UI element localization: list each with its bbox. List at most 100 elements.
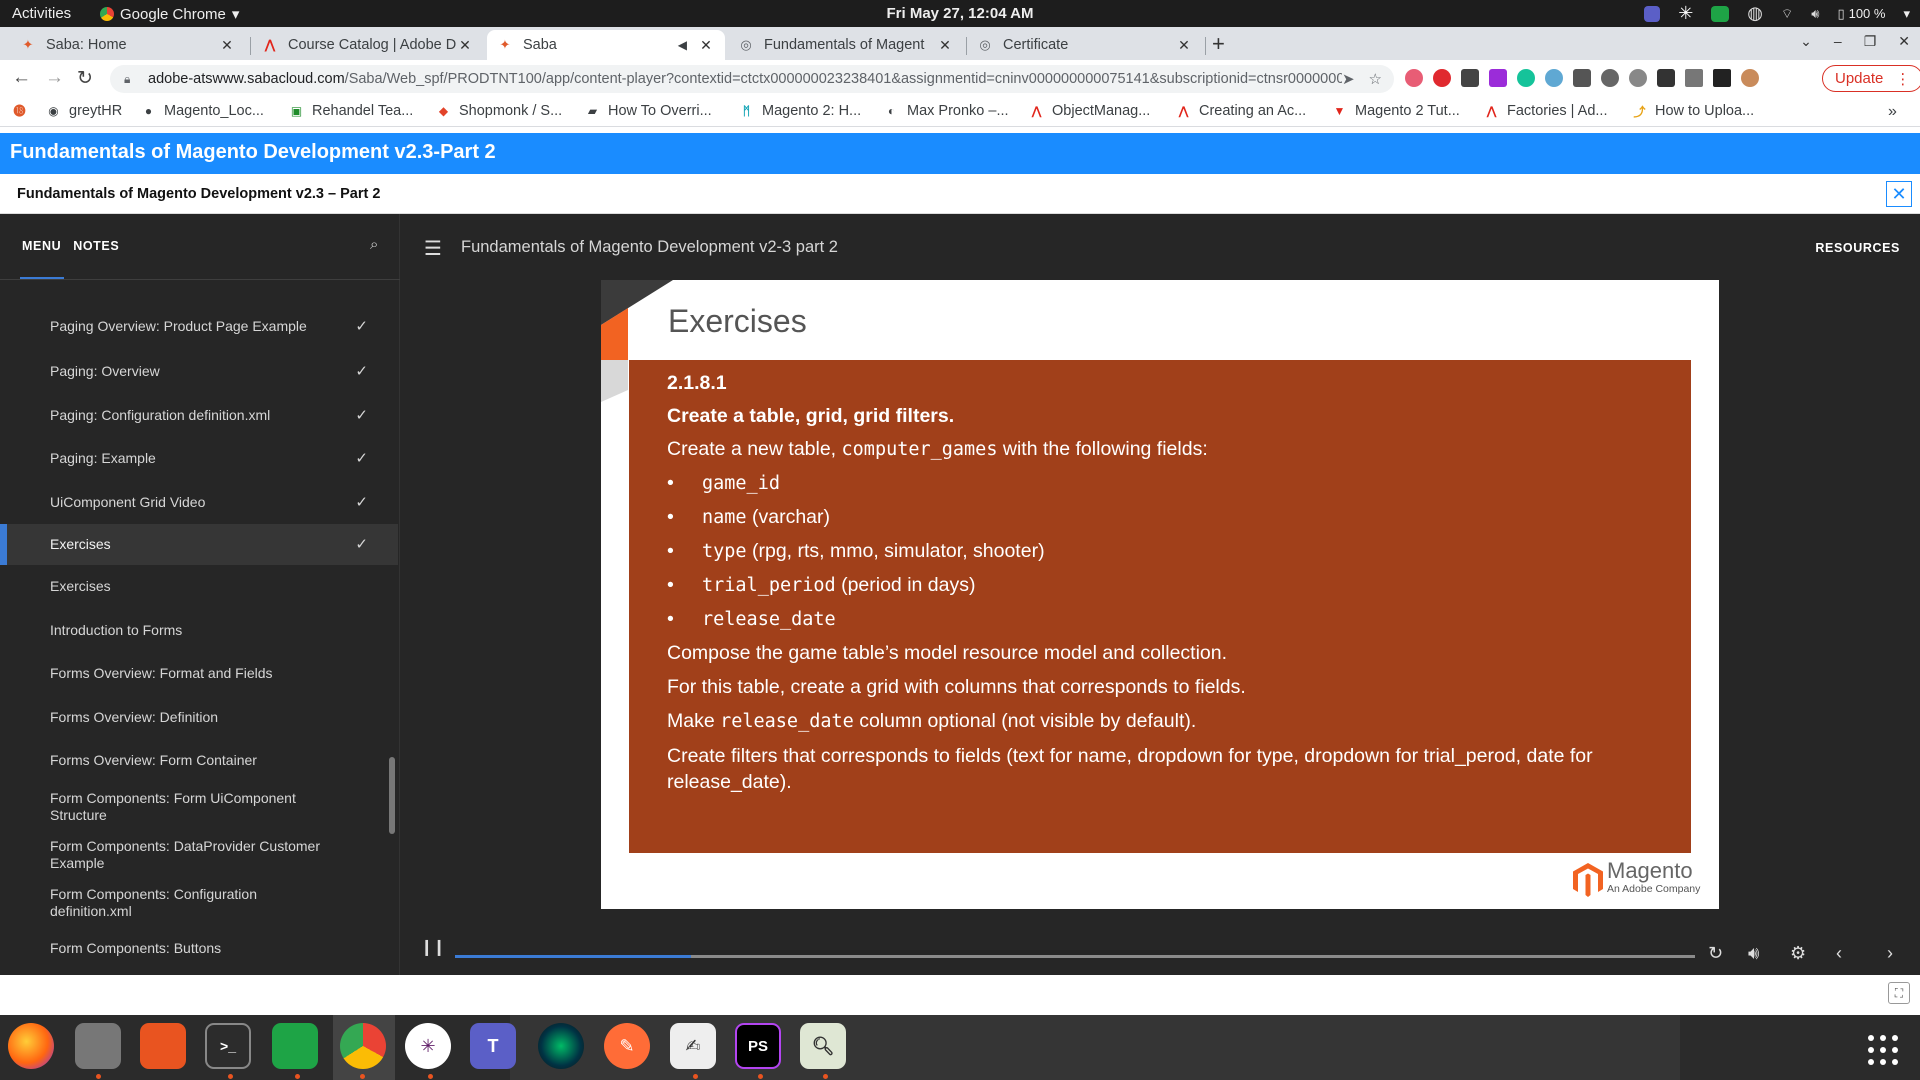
tab-certificate[interactable]: ◎ Certificate ✕: [967, 30, 1203, 60]
tab-saba-home[interactable]: ✦ Saba: Home ✕: [10, 30, 246, 60]
globe-icon[interactable]: ◍: [1747, 3, 1763, 24]
extensions-puzzle-icon[interactable]: [1657, 69, 1675, 87]
sidebar-item[interactable]: Introduction to Forms: [0, 609, 398, 653]
terminal-icon[interactable]: >_: [205, 1023, 251, 1069]
pause-icon[interactable]: ❙❙: [420, 937, 446, 957]
close-icon[interactable]: ✕: [1886, 181, 1912, 207]
side-panel-icon[interactable]: [1713, 69, 1731, 87]
sidebar-item[interactable]: Exercises ✓: [0, 524, 398, 565]
activities-button[interactable]: Activities: [12, 5, 71, 22]
files-icon[interactable]: [75, 1023, 121, 1069]
bookmark-item[interactable]: ⋀ ObjectManag...: [1029, 103, 1150, 119]
reading-list-icon[interactable]: [1685, 69, 1703, 87]
tab-course-catalog[interactable]: ⋀ Course Catalog | Adobe D ✕: [252, 30, 484, 60]
previous-icon[interactable]: ‹: [1836, 943, 1842, 964]
bookmark-item[interactable]: ◉ greytHR: [46, 103, 122, 119]
bookmark-item[interactable]: ⤴ How to Uploa...: [1632, 103, 1754, 119]
tab-search-icon[interactable]: ⌄: [1800, 33, 1812, 50]
bookmark-item[interactable]: ⋀ Factories | Ad...: [1484, 103, 1607, 119]
sidebar-item[interactable]: Forms Overview: Format and Fields: [0, 652, 398, 696]
sidebar-item[interactable]: Exercises: [0, 565, 398, 609]
sidebar-item[interactable]: Form Components: Configuration definitio…: [0, 879, 398, 927]
sidebar-item[interactable]: UiComponent Grid Video ✓: [0, 481, 398, 525]
grammarly-icon[interactable]: [1517, 69, 1535, 87]
fullscreen-icon[interactable]: ⛶: [1888, 982, 1910, 1004]
postman-icon[interactable]: ✎: [604, 1023, 650, 1069]
system-tray[interactable]: ✳ ◍ ⌔ 🔊︎ ▯ 100 % ▾: [1644, 3, 1910, 24]
sidebar-item[interactable]: Paging: Overview ✓: [0, 350, 398, 394]
chevron-down-icon[interactable]: ▾: [1903, 6, 1910, 22]
progress-bar[interactable]: [455, 955, 1695, 958]
teams-icon[interactable]: T: [470, 1023, 516, 1069]
chat-icon[interactable]: [1711, 5, 1730, 22]
extension-hearts-icon[interactable]: [1405, 69, 1423, 87]
volume-icon[interactable]: 🔊︎: [1811, 6, 1819, 22]
sidebar-item[interactable]: Paging: Example ✓: [0, 437, 398, 481]
speaker-icon[interactable]: ◀︎: [678, 38, 687, 52]
maximize-icon[interactable]: ❐: [1864, 33, 1877, 50]
hamburger-menu-icon[interactable]: ☰: [424, 236, 442, 261]
extension-new-icon[interactable]: [1461, 69, 1479, 87]
clock[interactable]: Fri May 27, 12:04 AM: [0, 5, 1920, 22]
extension-square-icon[interactable]: [1573, 69, 1591, 87]
bookmark-item[interactable]: ◆ Shopmonk / S...: [436, 103, 562, 119]
software-center-icon[interactable]: [140, 1023, 186, 1069]
tab-saba-active[interactable]: ✦ Saba ◀︎ ✕: [487, 30, 725, 60]
address-bar[interactable]: 🔒︎ adobe-atswww.sabacloud.com/Saba/Web_s…: [110, 65, 1394, 93]
send-icon[interactable]: ➤: [1342, 70, 1355, 88]
forward-icon[interactable]: →: [45, 67, 64, 89]
slack-icon[interactable]: ✳: [405, 1023, 451, 1069]
image-viewer-icon[interactable]: 🔍︎: [800, 1023, 846, 1069]
tab-menu[interactable]: MENU: [22, 239, 61, 253]
close-tab-icon[interactable]: ✕: [697, 37, 715, 54]
bookmark-item[interactable]: ⓲: [12, 103, 35, 118]
next-icon[interactable]: ›: [1887, 943, 1893, 964]
adblock-icon[interactable]: [1433, 69, 1451, 87]
sidebar-item[interactable]: Forms Overview: Form Container: [0, 739, 398, 783]
bookmarks-overflow[interactable]: »: [1888, 103, 1897, 121]
close-tab-icon[interactable]: ✕: [218, 37, 236, 54]
resources-button[interactable]: RESOURCES: [1815, 241, 1900, 255]
minimize-icon[interactable]: –: [1834, 33, 1842, 50]
new-tab-button[interactable]: +: [1212, 31, 1225, 57]
google-chat-icon[interactable]: [272, 1023, 318, 1069]
sidebar-scrollbar[interactable]: [389, 757, 395, 834]
back-icon[interactable]: ←: [12, 67, 31, 89]
phpstorm-icon[interactable]: PS: [735, 1023, 781, 1069]
bookmark-item[interactable]: ▰ How To Overri...: [585, 103, 712, 119]
bookmark-item[interactable]: ● Magento_Loc...: [141, 103, 264, 119]
lock-icon[interactable]: 🔒︎: [124, 72, 138, 87]
tab-fundamentals[interactable]: ◎ Fundamentals of Magent ✕: [728, 30, 964, 60]
bookmark-item[interactable]: ▣ Rehandel Tea...: [289, 103, 413, 119]
bookmark-item[interactable]: ▼ Magento 2 Tut...: [1332, 103, 1460, 119]
sidebar-item[interactable]: Forms Overview: Definition: [0, 696, 398, 740]
tab-notes[interactable]: NOTES: [73, 239, 119, 253]
close-tab-icon[interactable]: ✕: [456, 37, 474, 54]
show-applications-icon[interactable]: [1868, 1035, 1898, 1065]
sidebar-item[interactable]: Form Components: DataProvider Customer E…: [0, 831, 398, 879]
sidebar-item[interactable]: Form Components: Buttons: [0, 927, 398, 971]
extension-link-icon[interactable]: [1629, 69, 1647, 87]
extension-gear-icon[interactable]: [1545, 69, 1563, 87]
extension-st-icon[interactable]: [1489, 69, 1507, 87]
search-icon[interactable]: ⌕: [370, 236, 378, 253]
firefox-icon[interactable]: [8, 1023, 54, 1069]
close-tab-icon[interactable]: ✕: [1175, 37, 1193, 54]
bookmark-item[interactable]: ◐ Max Pronko –...: [884, 103, 1009, 119]
close-window-icon[interactable]: ✕: [1898, 33, 1910, 50]
close-tab-icon[interactable]: ✕: [936, 37, 954, 54]
chrome-icon[interactable]: [340, 1023, 386, 1069]
teams-icon[interactable]: [1644, 5, 1661, 22]
text-editor-icon[interactable]: ✍: [670, 1023, 716, 1069]
bookmark-item[interactable]: ᛗ Magento 2: H...: [739, 103, 861, 119]
reload-icon[interactable]: ↻: [77, 67, 93, 90]
kebab-menu-icon[interactable]: ⋮: [1895, 70, 1910, 88]
replay-icon[interactable]: ↻: [1708, 943, 1723, 964]
settings-gear-icon[interactable]: ⚙: [1790, 943, 1806, 964]
sidebar-item[interactable]: Paging Overview: Product Page Example ✓: [0, 302, 398, 350]
profile-avatar[interactable]: [1741, 69, 1759, 87]
slack-icon[interactable]: ✳: [1678, 3, 1693, 24]
app-menu[interactable]: Google Chrome ▾: [100, 5, 239, 23]
star-icon[interactable]: ☆: [1369, 70, 1382, 88]
sidebar-item[interactable]: Form Components: Form UiComponent Struct…: [0, 783, 398, 831]
